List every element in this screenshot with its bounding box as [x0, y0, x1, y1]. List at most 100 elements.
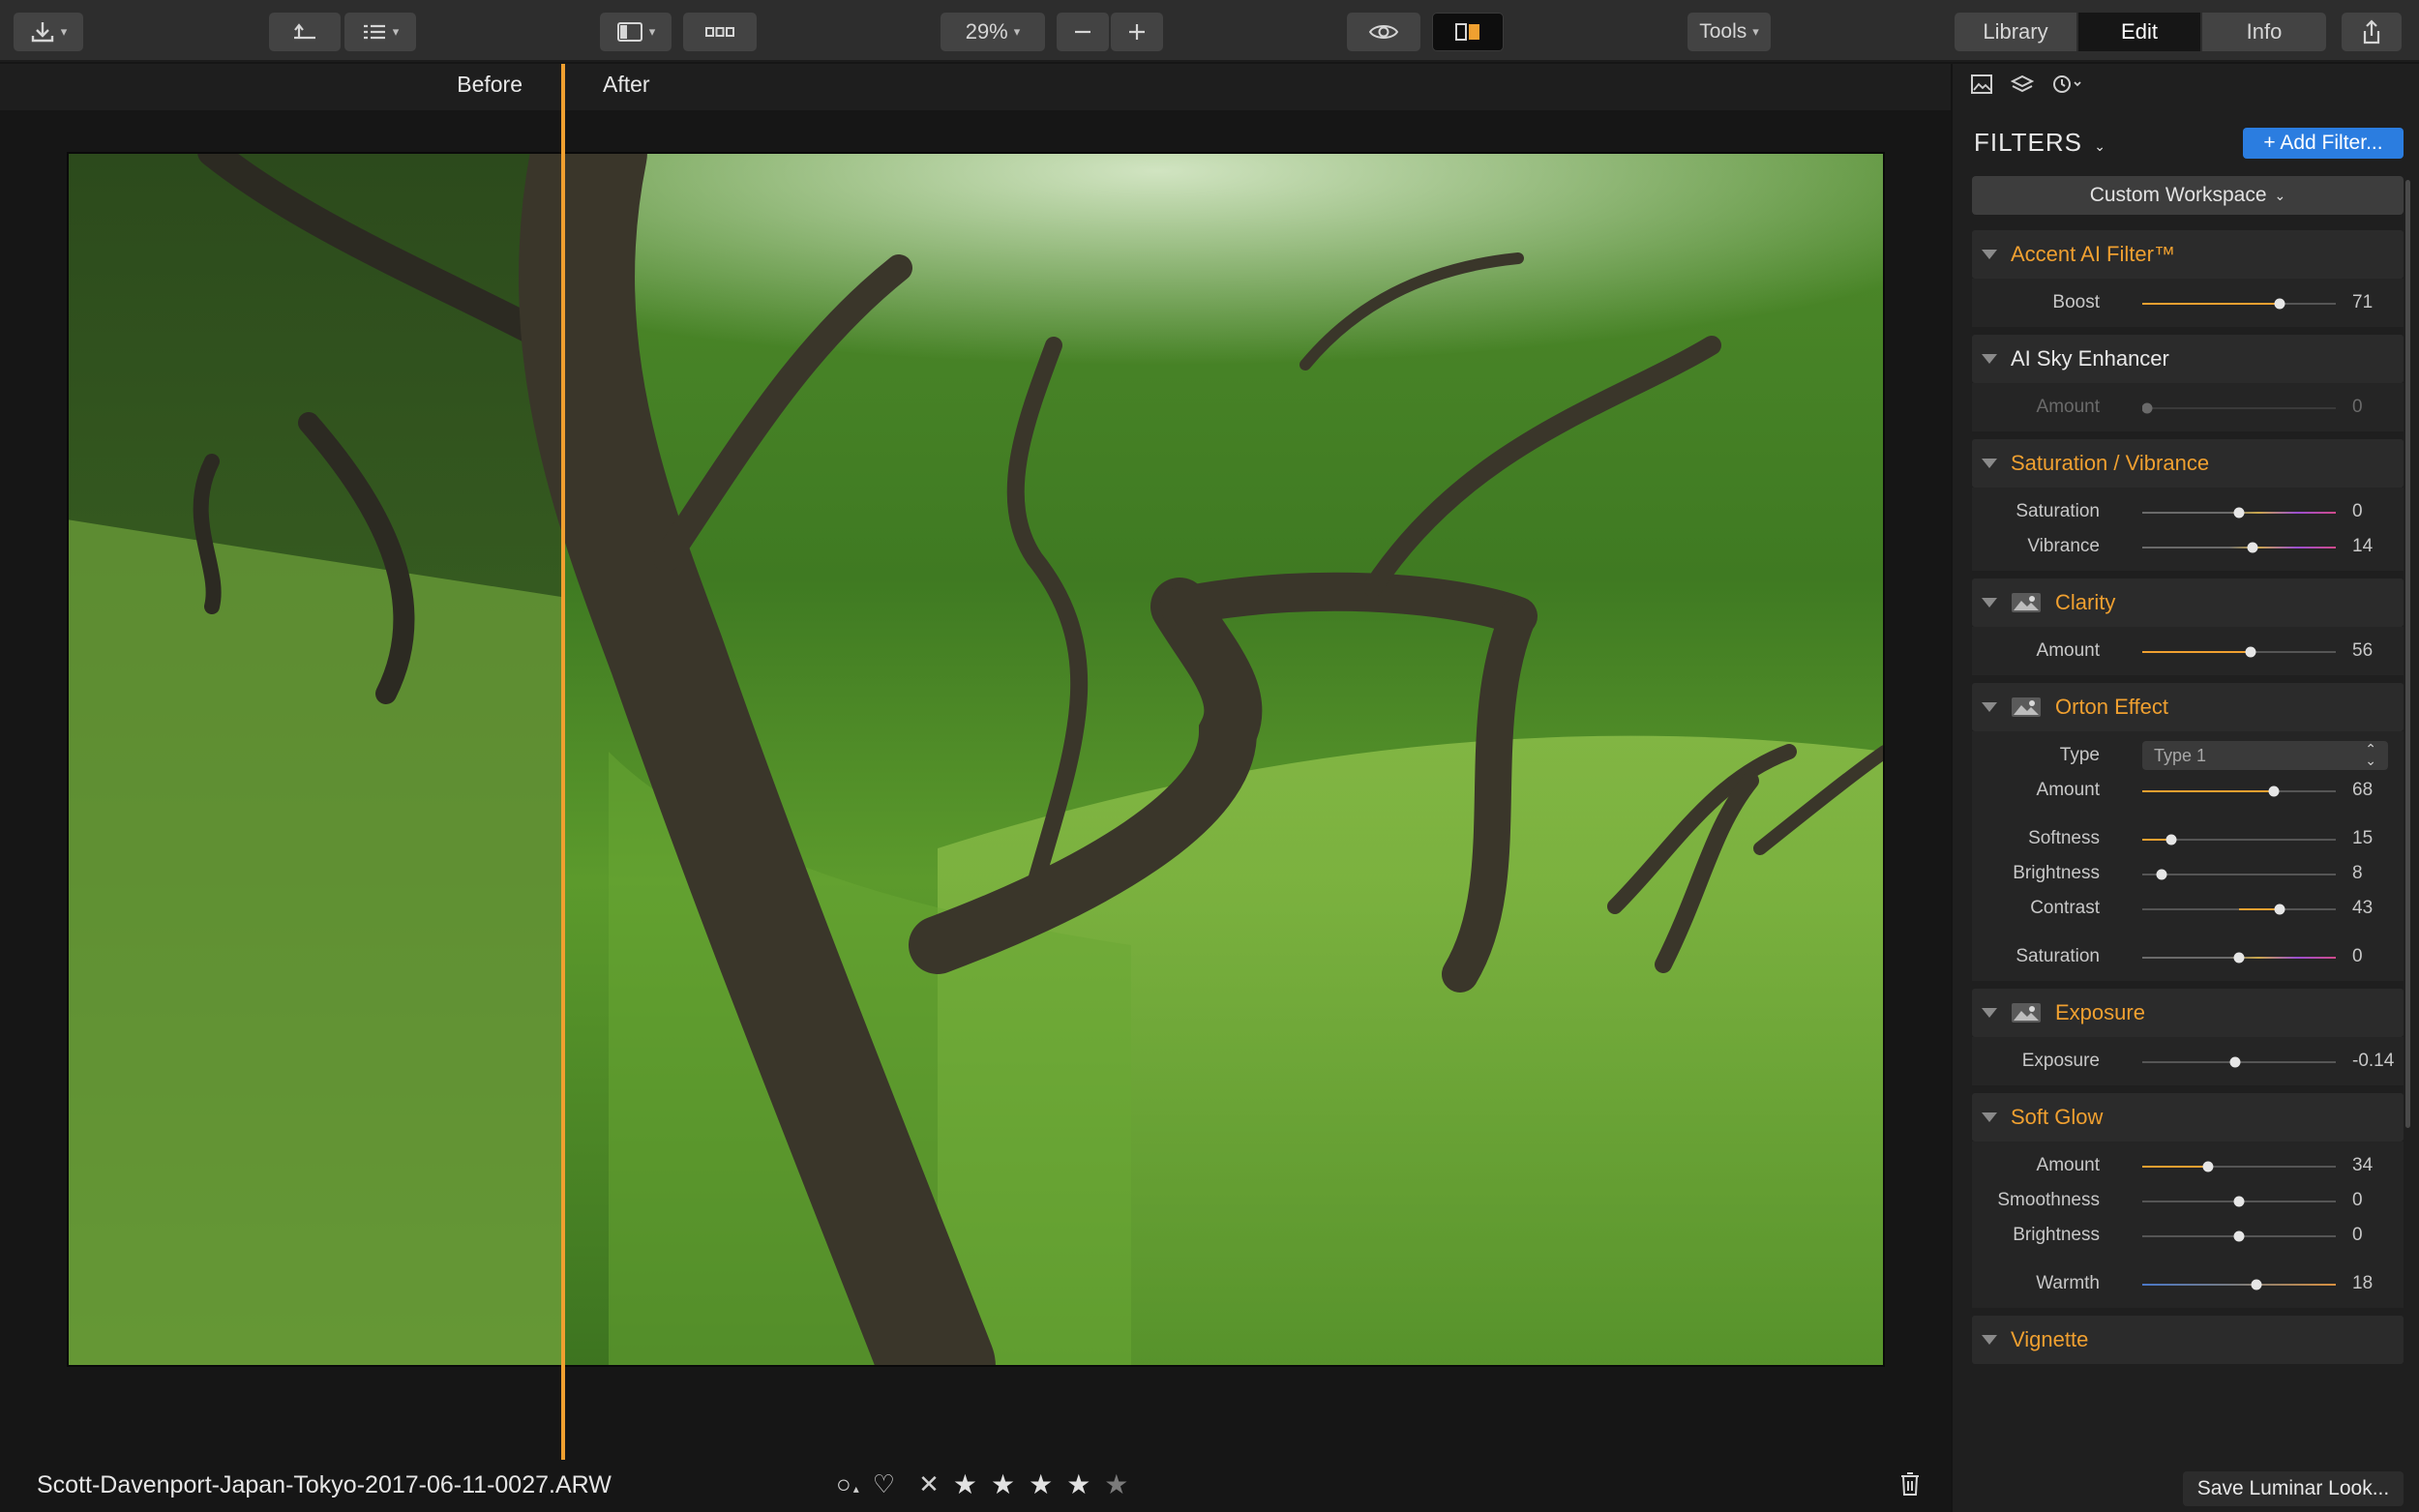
- slider-track[interactable]: [2142, 1227, 2336, 1246]
- control-value[interactable]: 8: [2352, 863, 2363, 884]
- slider-knob[interactable]: [2247, 542, 2258, 553]
- slider-knob[interactable]: [2233, 507, 2245, 519]
- filters-menu[interactable]: FILTERS ⌄: [1974, 128, 2106, 158]
- tab-edit[interactable]: Edit: [2078, 13, 2202, 51]
- control-value[interactable]: 18: [2352, 1273, 2373, 1294]
- star-5[interactable]: ★: [1104, 1468, 1128, 1500]
- disclosure-triangle-icon[interactable]: [1982, 1008, 1997, 1018]
- slider-knob[interactable]: [2233, 1230, 2245, 1242]
- disclosure-triangle-icon[interactable]: [1982, 354, 1997, 364]
- filter-header-clarity[interactable]: Clarity: [1972, 578, 2404, 627]
- mask-icon[interactable]: [2011, 697, 2042, 718]
- histogram-icon[interactable]: [1970, 74, 1993, 101]
- history-clock-icon[interactable]: [2051, 74, 2084, 101]
- disclosure-triangle-icon[interactable]: [1982, 459, 1997, 468]
- disclosure-triangle-icon[interactable]: [1982, 598, 1997, 608]
- panel-scrollbar[interactable]: [2405, 180, 2410, 1128]
- zoom-in-button[interactable]: [1111, 13, 1163, 51]
- filter-header-accent[interactable]: Accent AI Filter™: [1972, 230, 2404, 279]
- slider-track[interactable]: [2142, 399, 2336, 418]
- filter-header-softglow[interactable]: Soft Glow: [1972, 1093, 2404, 1141]
- filter-header-satvib[interactable]: Saturation / Vibrance: [1972, 439, 2404, 488]
- slider-track[interactable]: [2142, 900, 2336, 919]
- mask-icon[interactable]: [2011, 1002, 2042, 1023]
- control-value[interactable]: -0.14: [2352, 1051, 2394, 1072]
- slider-track[interactable]: [2142, 1157, 2336, 1176]
- slider-track[interactable]: [2142, 1192, 2336, 1211]
- slider-track[interactable]: [2142, 1052, 2336, 1072]
- history-list-button[interactable]: ▾: [344, 13, 416, 51]
- filter-header-orton[interactable]: Orton Effect: [1972, 683, 2404, 731]
- control-value[interactable]: 14: [2352, 536, 2373, 557]
- slider-knob[interactable]: [2245, 646, 2256, 658]
- star-4[interactable]: ★: [1066, 1468, 1090, 1500]
- slider-track[interactable]: [2142, 1275, 2336, 1294]
- control-value[interactable]: 0: [2352, 1225, 2363, 1246]
- save-look-button[interactable]: Save Luminar Look...: [2183, 1471, 2404, 1506]
- tools-menu[interactable]: Tools ▾: [1687, 13, 1771, 51]
- control-value[interactable]: 0: [2352, 397, 2363, 418]
- control-value[interactable]: 0: [2352, 501, 2363, 522]
- control-value[interactable]: 0: [2352, 946, 2363, 967]
- slider-track[interactable]: [2142, 948, 2336, 967]
- slider-track[interactable]: [2142, 503, 2336, 522]
- preview-toggle-button[interactable]: [1347, 13, 1420, 51]
- control-value[interactable]: 56: [2352, 640, 2373, 662]
- slider-track[interactable]: [2142, 294, 2336, 313]
- slider-track[interactable]: [2142, 865, 2336, 884]
- slider-knob[interactable]: [2202, 1161, 2214, 1172]
- sidebar-toggle-button[interactable]: ▾: [600, 13, 672, 51]
- photo-canvas[interactable]: [67, 152, 1885, 1367]
- disclosure-triangle-icon[interactable]: [1982, 702, 1997, 712]
- slider-knob[interactable]: [2142, 402, 2153, 414]
- tab-library[interactable]: Library: [1955, 13, 2078, 51]
- slider-knob[interactable]: [2251, 1279, 2262, 1290]
- disclosure-triangle-icon[interactable]: [1982, 1335, 1997, 1345]
- undo-button[interactable]: [269, 13, 341, 51]
- filter-header-vignette[interactable]: Vignette: [1972, 1316, 2404, 1364]
- compare-split-button[interactable]: [1432, 13, 1504, 51]
- zoom-out-button[interactable]: [1057, 13, 1109, 51]
- slider-knob[interactable]: [2233, 952, 2245, 964]
- slider-track[interactable]: [2142, 782, 2336, 801]
- control-value[interactable]: 71: [2352, 292, 2373, 313]
- layers-icon[interactable]: [2010, 74, 2035, 101]
- workspace-select[interactable]: Custom Workspace ⌄: [1972, 176, 2404, 215]
- import-button[interactable]: ▾: [14, 13, 83, 51]
- slider-knob[interactable]: [2229, 1056, 2241, 1068]
- add-filter-button[interactable]: + Add Filter...: [2243, 128, 2404, 159]
- slider-track[interactable]: [2142, 642, 2336, 662]
- slider-knob[interactable]: [2165, 834, 2177, 845]
- favorite-heart-icon[interactable]: ♡: [873, 1469, 895, 1499]
- star-3[interactable]: ★: [1029, 1468, 1053, 1500]
- slider-track[interactable]: [2142, 830, 2336, 849]
- control-value[interactable]: 43: [2352, 898, 2373, 919]
- share-button[interactable]: [2342, 13, 2402, 51]
- before-after-divider[interactable]: [561, 64, 565, 1460]
- control-value[interactable]: 68: [2352, 780, 2373, 801]
- control-value[interactable]: 15: [2352, 828, 2373, 849]
- star-1[interactable]: ★: [953, 1468, 977, 1500]
- slider-knob[interactable]: [2233, 1196, 2245, 1207]
- control-row: Amount 56: [1972, 635, 2404, 669]
- slider-knob[interactable]: [2268, 786, 2280, 797]
- delete-button[interactable]: [1898, 1470, 1922, 1502]
- reject-x-icon[interactable]: ✕: [918, 1469, 940, 1499]
- star-2[interactable]: ★: [991, 1468, 1015, 1500]
- control-value[interactable]: 0: [2352, 1190, 2363, 1211]
- disclosure-triangle-icon[interactable]: [1982, 250, 1997, 259]
- zoom-select[interactable]: 29% ▾: [941, 13, 1045, 51]
- tab-info[interactable]: Info: [2202, 13, 2326, 51]
- mask-icon[interactable]: [2011, 592, 2042, 613]
- disclosure-triangle-icon[interactable]: [1982, 1112, 1997, 1122]
- filmstrip-button[interactable]: [683, 13, 757, 51]
- slider-knob[interactable]: [2274, 904, 2285, 915]
- slider-knob[interactable]: [2156, 869, 2167, 880]
- slider-knob[interactable]: [2274, 298, 2285, 310]
- type-select[interactable]: Type 1 ⌃ ⌄: [2142, 741, 2388, 770]
- control-value[interactable]: 34: [2352, 1155, 2373, 1176]
- slider-track[interactable]: [2142, 538, 2336, 557]
- filter-header-exposure[interactable]: Exposure: [1972, 989, 2404, 1037]
- color-label-button[interactable]: ○ ▴: [836, 1469, 859, 1499]
- filter-header-sky[interactable]: AI Sky Enhancer: [1972, 335, 2404, 383]
